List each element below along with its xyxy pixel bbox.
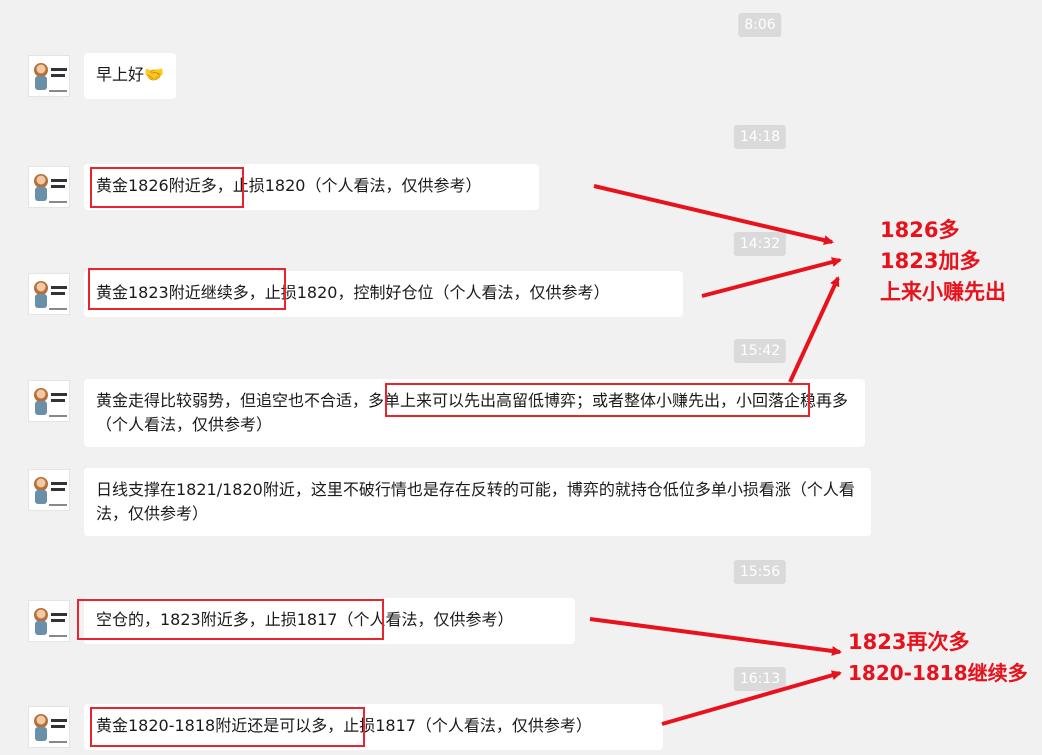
user-avatar-icon[interactable]: [28, 706, 70, 748]
message-bubble[interactable]: 黄金1826附近多，止损1820（个人看法，仅供参考）: [84, 164, 539, 210]
timestamp: 15:42: [733, 339, 787, 363]
annotation-arrow: [788, 276, 840, 383]
message-bubble[interactable]: 早上好🤝: [84, 53, 176, 99]
timestamp: 15:56: [733, 560, 787, 584]
user-avatar-icon[interactable]: [28, 273, 70, 315]
message-bubble[interactable]: 日线支撑在1821/1820附近，这里不破行情也是存在反转的可能，博弈的就持仓低…: [84, 468, 871, 536]
user-avatar-icon[interactable]: [28, 469, 70, 511]
annotation-text: 1820-1818继续多: [848, 661, 1028, 685]
annotation-arrow: [701, 257, 842, 298]
annotation-text: 1826多: [880, 218, 960, 242]
timestamp: 8:06: [738, 13, 782, 37]
timestamp: 14:32: [733, 232, 787, 256]
user-avatar-icon[interactable]: [28, 166, 70, 208]
annotation-text: 1823加多: [880, 249, 981, 273]
message-bubble[interactable]: 黄金1823附近继续多，止损1820，控制好仓位（个人看法，仅供参考）: [84, 271, 683, 317]
user-avatar-icon[interactable]: [28, 380, 70, 422]
user-avatar-icon[interactable]: [28, 600, 70, 642]
annotation-text: 上来小赚先出: [880, 280, 1006, 304]
timestamp: 14:18: [733, 125, 787, 149]
message-bubble[interactable]: 空仓的，1823附近多，止损1817（个人看法，仅供参考）: [84, 598, 575, 644]
user-avatar-icon[interactable]: [28, 55, 70, 97]
timestamp: 16:13: [733, 667, 787, 691]
annotation-arrow: [593, 184, 834, 246]
message-bubble[interactable]: 黄金1820-1818附近还是可以多，止损1817（个人看法，仅供参考）: [84, 704, 663, 750]
message-bubble[interactable]: 黄金走得比较弱势，但追空也不合适，多单上来可以先出高留低博弈；或者整体小赚先出，…: [84, 379, 865, 447]
annotation-text: 1823再次多: [848, 630, 970, 654]
annotation-arrow: [589, 617, 842, 656]
